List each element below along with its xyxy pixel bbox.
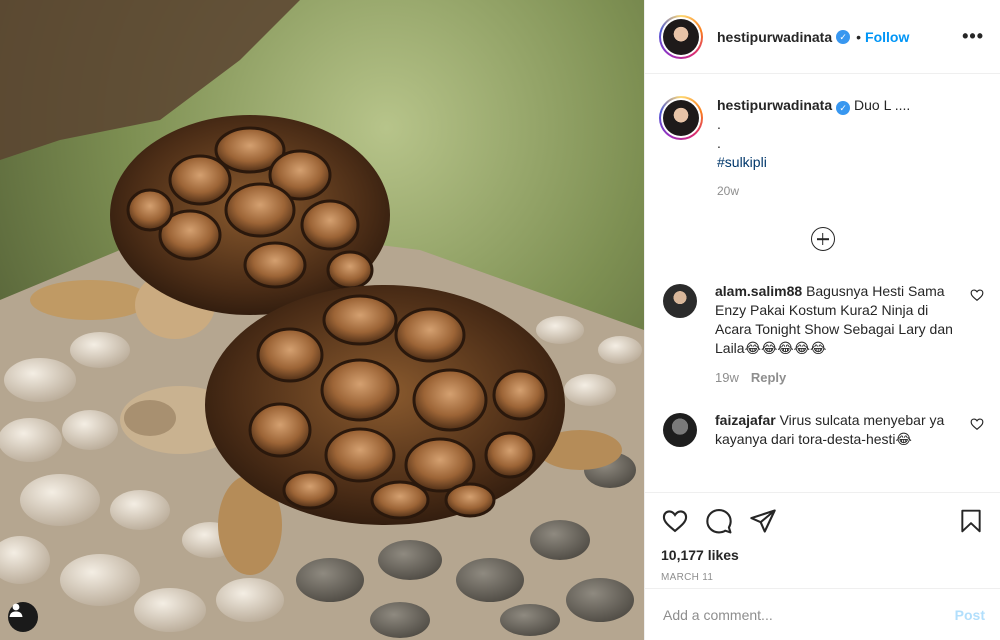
caption-text: Duo L ....	[854, 97, 911, 113]
reply-button[interactable]: Reply	[751, 370, 786, 385]
author-username[interactable]: hestipurwadinata	[717, 29, 832, 45]
instagram-post: hestipurwadinata ✓ • Follow ••• hestipur…	[0, 0, 1000, 640]
comment-item: faizajafar Virus sulcata menyebar ya kay…	[659, 411, 986, 449]
comments-section: hestipurwadinata ✓ Duo L .... . . #sulkip…	[645, 74, 1000, 492]
comment-item: alam.salim88 Bagusnya Hesti Sama Enzy Pa…	[659, 282, 986, 387]
comment-meta: 19w Reply	[715, 368, 967, 387]
user-tag-icon[interactable]	[8, 602, 38, 632]
comment-age: 19w	[715, 370, 739, 385]
caption-author-avatar[interactable]	[659, 96, 703, 140]
action-icons	[661, 505, 984, 537]
comment-username[interactable]: faizajafar	[715, 412, 776, 428]
follow-button[interactable]: Follow	[865, 29, 909, 45]
post-side-panel: hestipurwadinata ✓ • Follow ••• hestipur…	[644, 0, 1000, 640]
caption-hashtag[interactable]: #sulkipli	[717, 153, 910, 172]
more-options-icon[interactable]: •••	[962, 26, 984, 47]
post-comment-button[interactable]: Post	[955, 607, 985, 623]
caption-age: 20w	[717, 184, 740, 198]
verified-badge-icon: ✓	[836, 29, 851, 44]
author-avatar[interactable]	[659, 14, 703, 59]
comment-icon[interactable]	[705, 507, 733, 535]
comment-username[interactable]: alam.salim88	[715, 283, 802, 299]
caption-line-3: .	[717, 135, 721, 151]
tortoise-photo-illustration	[0, 0, 644, 640]
post-header: hestipurwadinata ✓ • Follow •••	[645, 0, 1000, 74]
likes-count[interactable]: 10,177 likes	[661, 547, 984, 563]
comment-input[interactable]	[663, 606, 955, 623]
post-caption: hestipurwadinata ✓ Duo L .... . . #sulkip…	[659, 96, 986, 201]
comment-like-heart-icon[interactable]	[970, 288, 984, 302]
bookmark-icon[interactable]	[958, 507, 984, 535]
verified-badge-icon: ✓	[836, 101, 851, 115]
post-date: MARCH 11	[661, 572, 714, 583]
plus-circle-icon[interactable]	[810, 227, 835, 251]
caption-line-2: .	[717, 116, 721, 132]
user-icon	[9, 603, 23, 617]
load-more-comments[interactable]	[659, 227, 986, 254]
commenter-avatar[interactable]	[663, 413, 697, 447]
add-comment-bar: Post	[645, 588, 1000, 640]
commenter-avatar[interactable]	[663, 284, 697, 318]
post-photo[interactable]	[0, 0, 644, 640]
paper-plane-icon[interactable]	[749, 507, 777, 535]
separator-dot: •	[856, 28, 862, 45]
caption-username[interactable]: hestipurwadinata	[717, 97, 832, 113]
comment-like-heart-icon[interactable]	[970, 417, 984, 431]
heart-icon[interactable]	[661, 507, 689, 535]
